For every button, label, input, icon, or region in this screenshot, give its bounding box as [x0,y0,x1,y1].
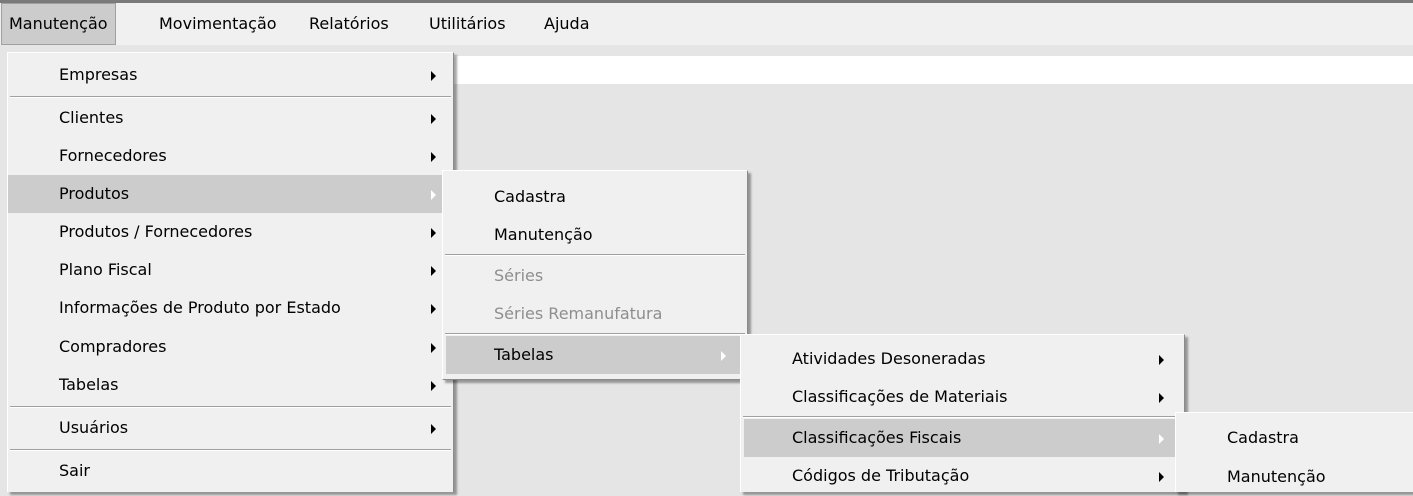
menu-item-label: Fornecedores [59,146,167,165]
menu-item-label: Manutenção [494,225,593,244]
menubar-movimentacao[interactable]: Movimentação [152,3,284,45]
menu-item-label: Cadastra [1227,428,1299,447]
menu-item-produtos[interactable]: Produtos [8,175,453,213]
submenu-arrow-icon [431,228,436,238]
submenu-item-tabelas[interactable]: Tabelas [446,336,744,374]
submenu-arrow-icon [431,266,436,276]
submenu-arrow-icon [1159,393,1164,403]
menu-tabelas: Atividades Desoneradas Classificações de… [740,334,1185,492]
menu-item-label: Classificações de Materiais [792,387,1008,406]
submenu-item-cadastra[interactable]: Cadastra [443,178,747,216]
menu-item-label: Empresas [59,65,138,84]
menu-separator [10,96,451,98]
menu-item-fornecedores[interactable]: Fornecedores [8,137,453,175]
submenu-item-classificacoes-materiais[interactable]: Classificações de Materiais [741,378,1184,416]
submenu-arrow-icon [431,152,436,162]
submenu-arrow-icon [721,351,726,361]
menu-item-label: Informações de Produto por Estado [59,298,341,317]
menu-item-label: Produtos / Fornecedores [59,222,253,241]
menu-item-label: Códigos de Tributação [792,466,970,485]
menu-item-label: Tabelas [59,375,119,394]
menubar-ajuda[interactable]: Ajuda [537,3,597,45]
menu-item-label: Tabelas [494,345,554,364]
menu-item-label: Séries Remanufatura [494,304,663,323]
menubar-manutencao[interactable]: Manutenção [1,3,116,45]
submenu-arrow-icon [1159,472,1164,482]
submenu-arrow-icon [431,304,436,314]
menu-separator [445,254,745,256]
menu-separator [743,416,1182,418]
submenu-item-manutencao[interactable]: Manutenção [443,216,747,254]
menu-manutencao: Empresas Clientes Fornecedores Produtos … [7,52,454,492]
menubar: Manutenção Movimentação Relatórios Utili… [0,3,1413,45]
menu-item-label: Atividades Desoneradas [792,349,986,368]
submenu-arrow-icon [431,424,436,434]
menu-produtos: Cadastra Manutenção Séries Séries Remanu… [442,170,748,380]
menu-item-label: Manutenção [1227,467,1326,486]
submenu-item-manutencao-fiscal[interactable]: Manutenção [1176,458,1413,496]
menu-item-label: Plano Fiscal [59,260,152,279]
submenu-arrow-icon [431,71,436,81]
submenu-arrow-icon [431,381,436,391]
submenu-arrow-icon [431,343,436,353]
menu-item-compradores[interactable]: Compradores [8,328,453,366]
menu-item-clientes[interactable]: Clientes [8,99,453,137]
submenu-item-atividades-desoneradas[interactable]: Atividades Desoneradas [741,340,1184,378]
submenu-arrow-icon [1159,434,1164,444]
menu-separator [10,406,451,408]
menubar-relatorios[interactable]: Relatórios [302,3,396,45]
menu-item-plano-fiscal[interactable]: Plano Fiscal [8,251,453,289]
menu-item-tabelas[interactable]: Tabelas [8,366,453,404]
submenu-item-classificacoes-fiscais[interactable]: Classificações Fiscais [744,419,1181,457]
submenu-item-codigos-tributacao[interactable]: Códigos de Tributação [741,457,1184,495]
menu-item-informacoes-produto-estado[interactable]: Informações de Produto por Estado [8,289,453,327]
menu-item-usuarios[interactable]: Usuários [8,409,453,447]
menu-item-empresas[interactable]: Empresas [8,56,453,94]
submenu-item-series-remanufatura: Séries Remanufatura [443,295,747,333]
menu-item-produtos-fornecedores[interactable]: Produtos / Fornecedores [8,213,453,251]
submenu-item-cadastra-fiscal[interactable]: Cadastra [1176,419,1413,457]
menu-classificacoes-fiscais: Cadastra Manutenção [1175,412,1413,492]
menu-separator [445,333,745,335]
toolbar-strip [447,56,1413,84]
menu-item-label: Cadastra [494,187,566,206]
menu-item-label: Sair [59,461,90,480]
menu-separator [10,449,451,451]
submenu-arrow-icon [1159,355,1164,365]
menu-item-label: Classificações Fiscais [792,428,962,447]
menu-item-sair[interactable]: Sair [8,452,453,490]
menu-item-label: Compradores [59,337,167,356]
menubar-utilitarios[interactable]: Utilitários [422,3,513,45]
menu-item-label: Produtos [59,184,130,203]
menu-item-label: Usuários [59,418,129,437]
submenu-arrow-icon [431,114,436,124]
submenu-item-series: Séries [443,257,747,295]
menu-item-label: Séries [494,266,544,285]
menu-item-label: Clientes [59,108,124,127]
submenu-arrow-icon [431,190,436,200]
